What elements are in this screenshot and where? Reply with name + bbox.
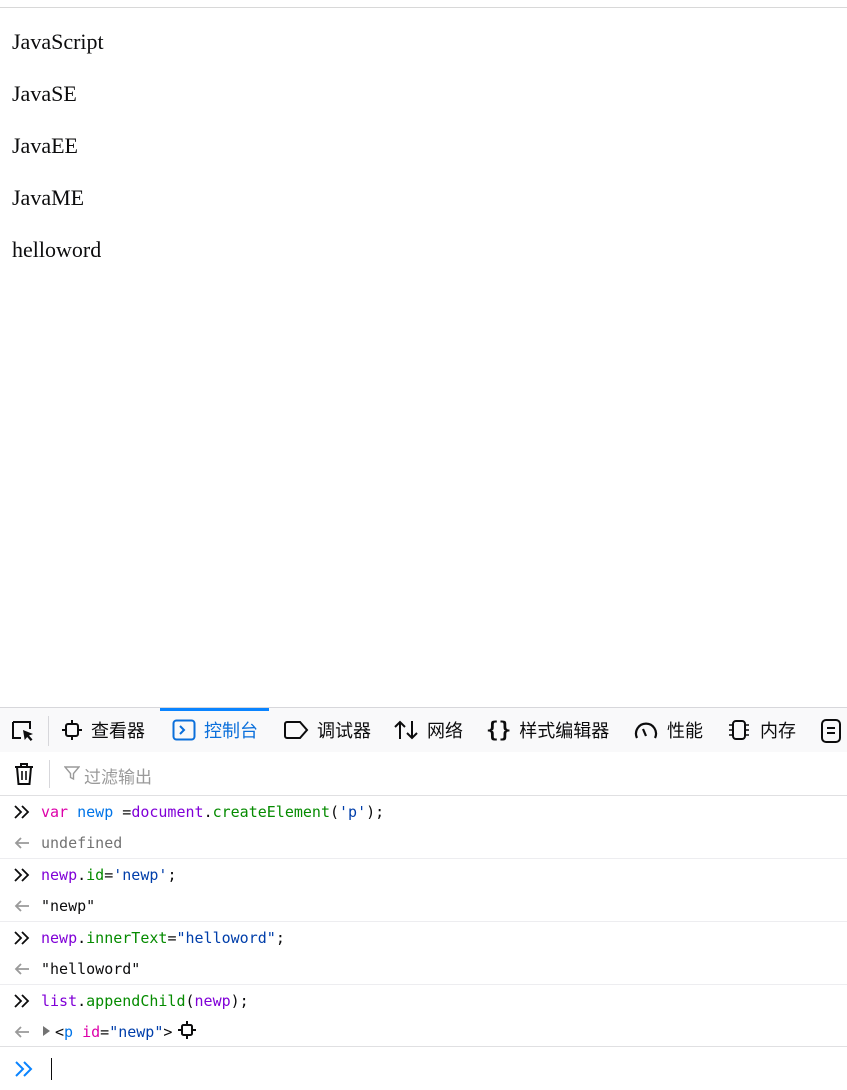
- code-token: (: [330, 803, 340, 821]
- console-input-row: newp.id='newp';: [0, 858, 847, 891]
- code-token: p: [64, 1023, 74, 1041]
- clear-console-trash-icon[interactable]: [13, 762, 35, 791]
- tab-network[interactable]: 网络: [393, 708, 463, 752]
- result-value: "helloword": [41, 960, 141, 978]
- storage-icon[interactable]: [820, 718, 842, 749]
- console-input-row: list.appendChild(newp);: [0, 984, 847, 1017]
- tab-label: 内存: [760, 721, 796, 741]
- result-arrow-icon: [0, 899, 41, 913]
- paragraph-javame: JavaME: [12, 185, 85, 210]
- console-output-row: "newp": [0, 891, 847, 921]
- console-output-row: undefined: [0, 828, 847, 858]
- tab-performance[interactable]: 性能: [633, 708, 703, 752]
- expand-triangle-icon[interactable]: [41, 1023, 51, 1041]
- code-token: >: [163, 1023, 173, 1041]
- tab-memory[interactable]: 内存: [726, 708, 796, 752]
- console-input-prompt[interactable]: [0, 1046, 847, 1090]
- code-token: innerText: [86, 929, 168, 947]
- code-token: =: [104, 866, 114, 884]
- element-node-preview[interactable]: <p id="newp">: [55, 1023, 172, 1041]
- console-output: var newp =document.createElement('p'); u…: [0, 796, 847, 1047]
- tab-label: 性能: [667, 721, 703, 741]
- inspector-icon: [61, 719, 83, 741]
- code-token: (: [185, 992, 195, 1010]
- paragraph-newp: helloword: [12, 237, 102, 262]
- code-token: =: [100, 1023, 110, 1041]
- tab-label: 样式编辑器: [519, 721, 610, 741]
- console-output-row: "helloword": [0, 954, 847, 984]
- tab-label: 控制台: [204, 721, 258, 741]
- code-token: var: [41, 803, 69, 821]
- prompt-chevron-icon: [0, 1060, 43, 1077]
- tab-style-editor[interactable]: {} 样式编辑器: [486, 708, 609, 752]
- tab-label: 网络: [427, 721, 463, 741]
- code-token: appendChild: [86, 992, 186, 1010]
- console-icon: [172, 719, 196, 741]
- devtools-toolbar: 查看器 控制台 调试器 网络 {} 样式编辑器 性能 内存: [0, 707, 847, 753]
- code-token: document: [131, 803, 204, 821]
- code-token: .: [77, 929, 87, 947]
- code-token: newp: [41, 866, 78, 884]
- paragraph-javascript: JavaScript: [12, 29, 104, 54]
- style-editor-icon: {}: [486, 718, 512, 742]
- code-token: list: [41, 992, 78, 1010]
- code-token: );: [366, 803, 385, 821]
- code-token: 'newp': [113, 866, 168, 884]
- text-caret: [51, 1057, 52, 1080]
- result-arrow-icon: [0, 1025, 41, 1039]
- tab-label: 查看器: [91, 721, 145, 741]
- code-token: =: [113, 803, 132, 821]
- code-token: );: [230, 992, 249, 1010]
- filter-output-input[interactable]: 过滤输出: [63, 763, 152, 788]
- code-token: .: [77, 992, 87, 1010]
- input-chevron-icon: [0, 805, 41, 819]
- code-token: ;: [275, 929, 285, 947]
- network-icon: [393, 719, 419, 741]
- filter-placeholder: 过滤输出: [84, 768, 152, 787]
- code-token: newp: [77, 803, 114, 821]
- code-token: "newp": [109, 1023, 164, 1041]
- tab-label: 调试器: [317, 721, 371, 741]
- tab-console[interactable]: 控制台: [160, 708, 269, 752]
- memory-icon: [726, 719, 752, 741]
- input-chevron-icon: [0, 931, 41, 945]
- console-input-row: newp.innerText="helloword";: [0, 921, 847, 954]
- code-token: <: [55, 1023, 65, 1041]
- code-token: .: [77, 866, 87, 884]
- input-chevron-icon: [0, 994, 41, 1008]
- element-picker-icon[interactable]: [10, 719, 36, 743]
- filter-separator: [49, 760, 50, 788]
- code-token: .: [203, 803, 213, 821]
- inspect-node-icon[interactable]: [178, 1021, 197, 1043]
- code-token: newp: [41, 929, 78, 947]
- page-content: JavaScript JavaSE JavaEE JavaME hellowor…: [12, 30, 832, 290]
- toolbar-separator: [48, 716, 49, 746]
- code-token: id: [82, 1023, 101, 1041]
- tab-inspector[interactable]: 查看器: [61, 708, 145, 752]
- result-value: undefined: [41, 834, 123, 852]
- browser-top-border: [0, 7, 847, 8]
- tab-debugger[interactable]: 调试器: [283, 708, 371, 752]
- devtools-panel: 查看器 控制台 调试器 网络 {} 样式编辑器 性能 内存 过滤输出 var n…: [0, 707, 847, 1089]
- filter-icon: [63, 765, 81, 786]
- console-output-row: <p id="newp">: [0, 1017, 847, 1047]
- result-arrow-icon: [0, 962, 41, 976]
- code-token: ;: [167, 866, 177, 884]
- paragraph-javase: JavaSE: [12, 81, 77, 106]
- console-filter-bar: 过滤输出: [0, 752, 847, 796]
- performance-icon: [633, 719, 659, 741]
- input-chevron-icon: [0, 868, 41, 882]
- debugger-icon: [283, 720, 309, 740]
- code-token: 'p': [339, 803, 367, 821]
- result-value: "newp": [41, 897, 96, 915]
- code-token: "helloword": [176, 929, 276, 947]
- result-arrow-icon: [0, 836, 41, 850]
- code-token: createElement: [212, 803, 330, 821]
- paragraph-javaee: JavaEE: [12, 133, 78, 158]
- code-token: id: [86, 866, 105, 884]
- code-token: newp: [194, 992, 231, 1010]
- console-input-row: var newp =document.createElement('p');: [0, 796, 847, 828]
